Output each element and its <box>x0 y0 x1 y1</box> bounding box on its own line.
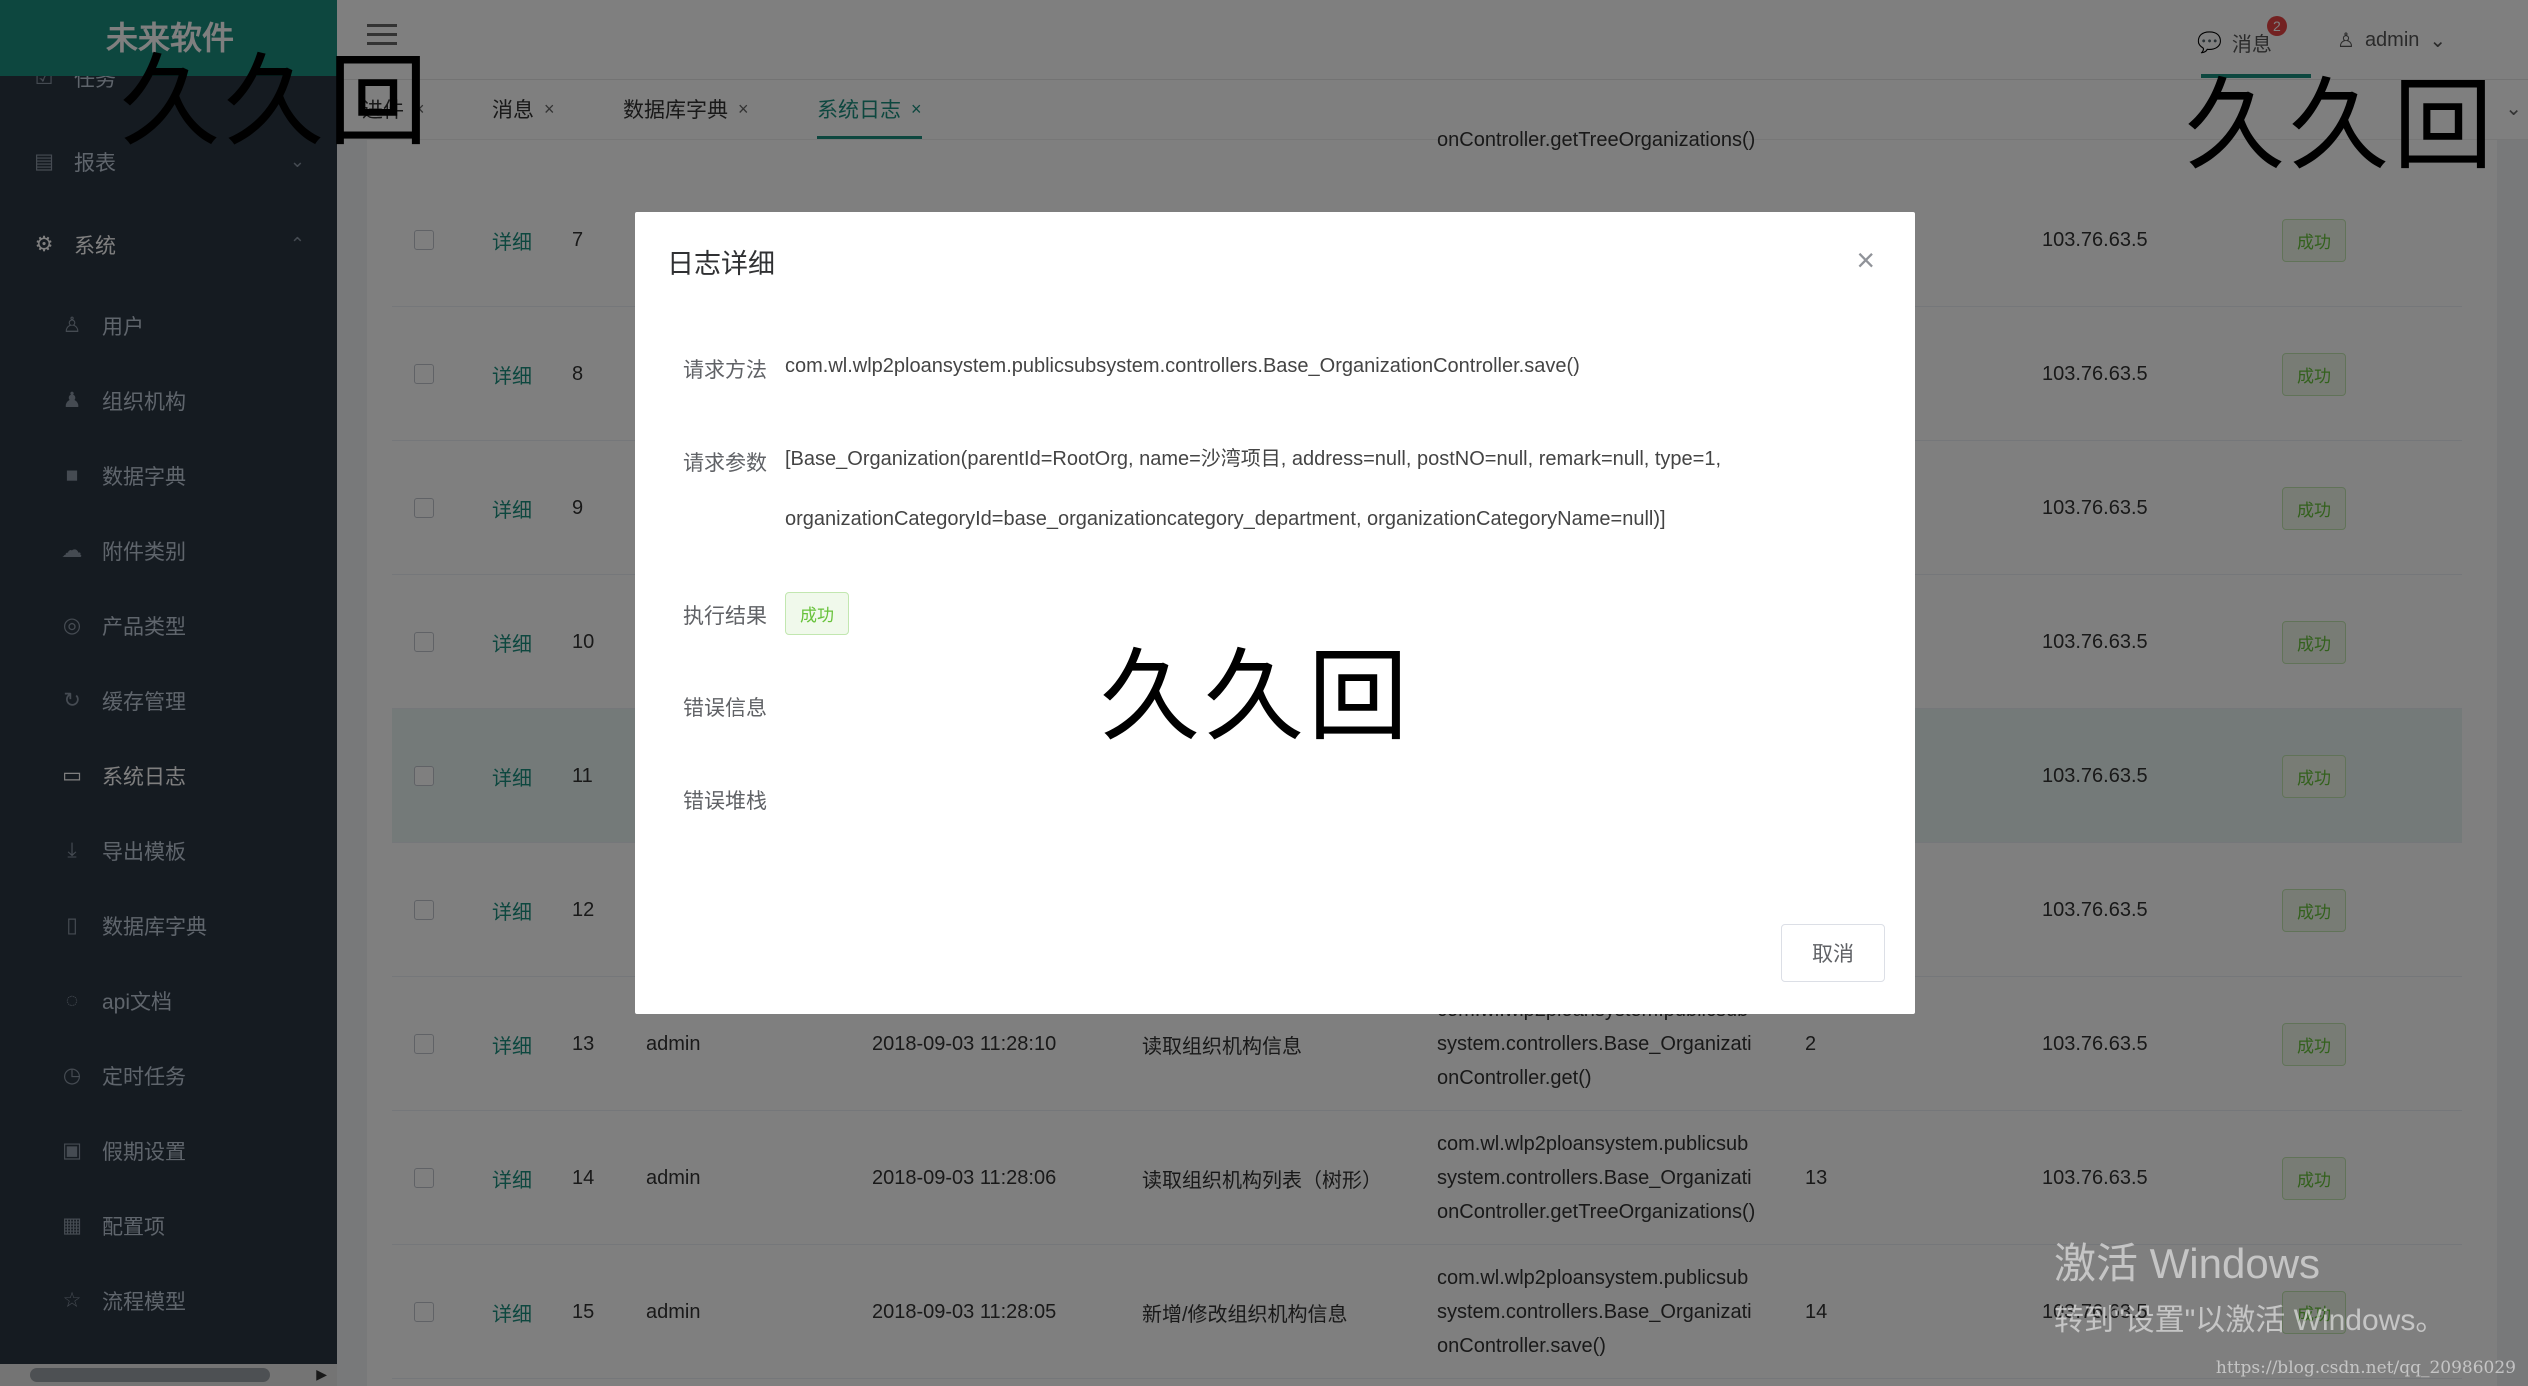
request-method-value: com.wl.wlp2ploansystem.publicsubsystem.c… <box>785 355 1580 377</box>
csdn-watermark: https://blog.csdn.net/qq_20986029 <box>2215 1358 2516 1378</box>
request-params-label: 请求参数 <box>683 452 767 475</box>
watermark-text: 久久回 <box>120 43 432 160</box>
error-message-label: 错误信息 <box>683 697 767 720</box>
result-status-badge: 成功 <box>785 592 849 635</box>
error-stack-label: 错误堆栈 <box>683 790 767 813</box>
dialog-title: 日志详细 <box>667 249 775 279</box>
windows-activation-watermark: 激活 Windows 转到"设置"以激活 Windows。 <box>2054 1240 2446 1337</box>
close-icon[interactable]: × <box>1856 242 1875 279</box>
watermark-text: 久久回 <box>1100 638 1412 755</box>
request-params-value: [Base_Organization(parentId=RootOrg, nam… <box>785 448 1722 530</box>
cancel-button[interactable]: 取消 <box>1781 924 1885 982</box>
result-label: 执行结果 <box>683 605 767 628</box>
log-detail-dialog: 日志详细 × 请求方法 com.wl.wlp2ploansystem.publi… <box>635 212 1915 1014</box>
request-method-label: 请求方法 <box>683 359 767 382</box>
watermark-text: 久久回 <box>2185 67 2497 184</box>
